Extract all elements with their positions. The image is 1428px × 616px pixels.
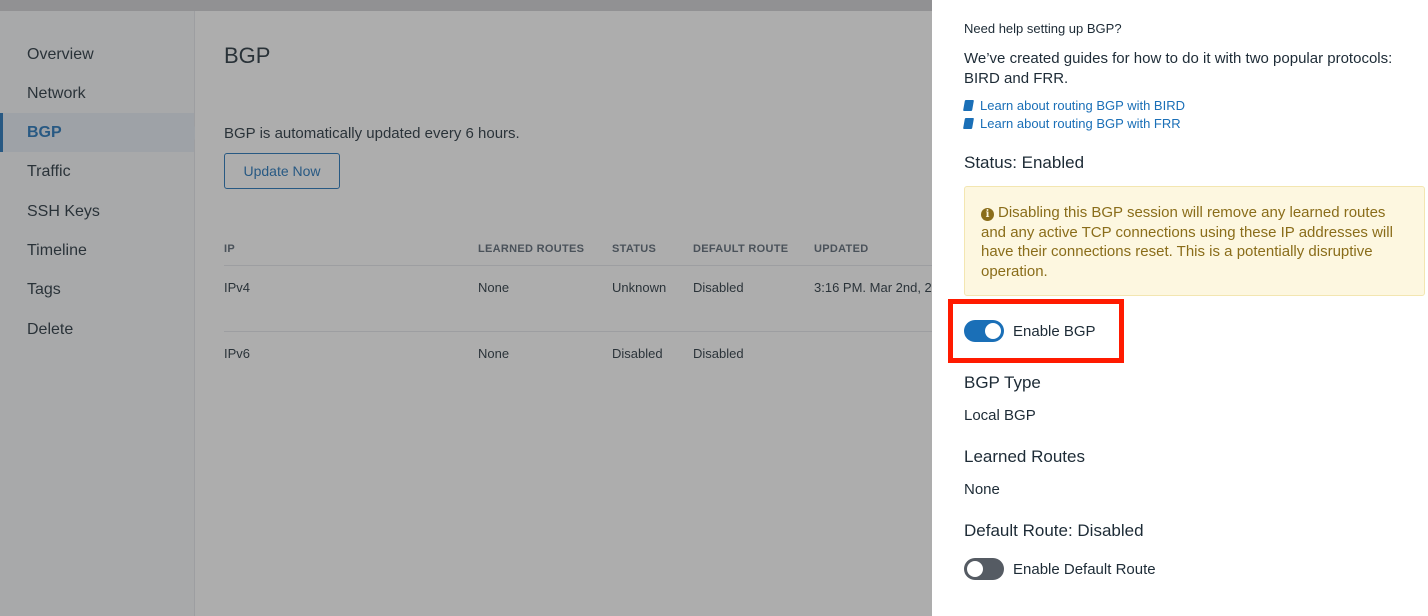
modal-overlay[interactable] xyxy=(0,0,932,616)
help-description: We’ve created guides for how to do it wi… xyxy=(964,50,1393,87)
enable-default-route-toggle[interactable] xyxy=(964,558,1004,580)
learned-routes-heading: Learned Routes xyxy=(964,447,1085,466)
highlight-box xyxy=(948,299,1124,363)
warning-text: Disabling this BGP session will remove a… xyxy=(981,204,1393,280)
info-icon: i xyxy=(981,208,994,221)
help-title: Need help setting up BGP? xyxy=(964,21,1122,36)
default-route-heading: Default Route: Disabled xyxy=(964,521,1144,540)
warning-box: i Disabling this BGP session will remove … xyxy=(964,186,1425,296)
link-label: Learn about routing BGP with BIRD xyxy=(980,98,1185,113)
book-icon xyxy=(963,118,974,129)
learned-routes-value: None xyxy=(964,481,1000,498)
toggle-knob xyxy=(967,561,983,577)
enable-default-route-label: Enable Default Route xyxy=(1013,561,1156,578)
bgp-type-heading: BGP Type xyxy=(964,373,1041,392)
status-text: Status: Enabled xyxy=(964,153,1085,172)
bgp-type-value: Local BGP xyxy=(964,407,1036,424)
book-icon xyxy=(963,100,974,111)
link-label: Learn about routing BGP with FRR xyxy=(980,116,1181,131)
frr-guide-link[interactable]: Learn about routing BGP with FRR xyxy=(963,116,1181,131)
bird-guide-link[interactable]: Learn about routing BGP with BIRD xyxy=(963,98,1185,113)
